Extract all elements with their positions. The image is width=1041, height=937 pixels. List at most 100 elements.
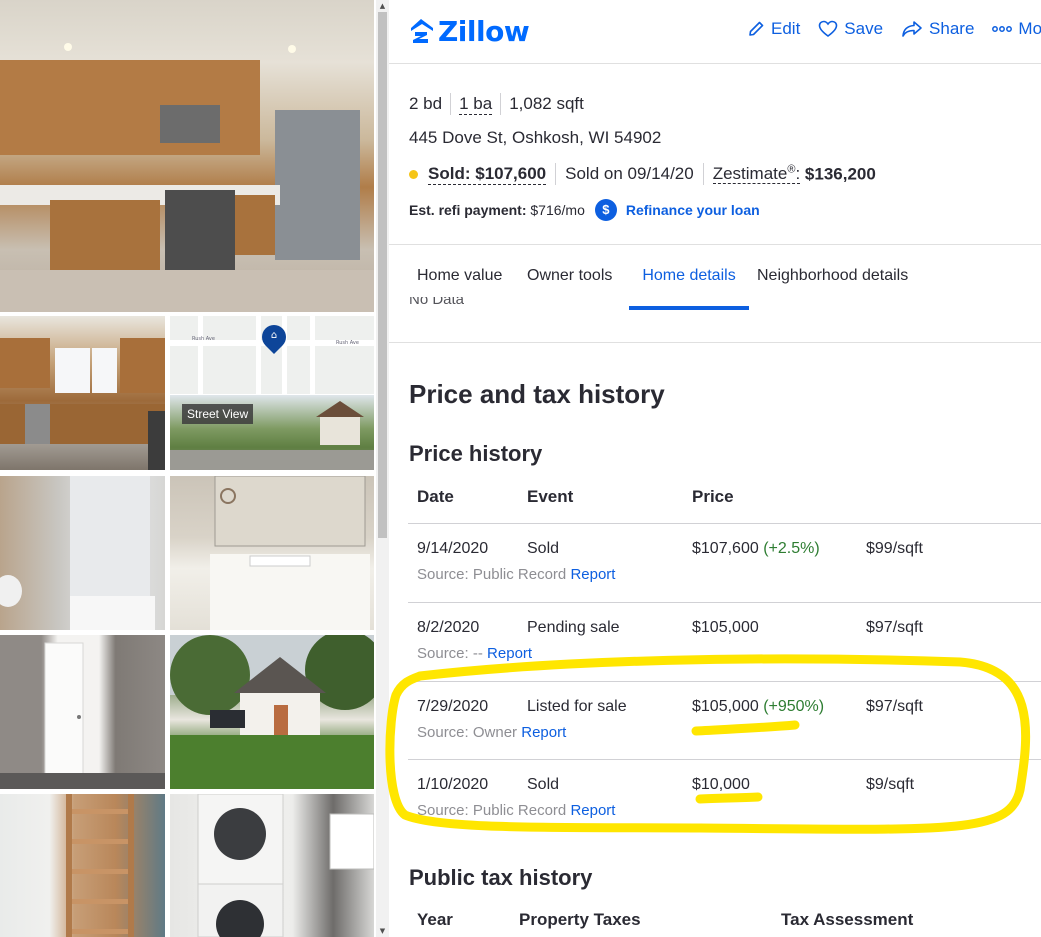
logo-text: Zillow — [438, 14, 530, 48]
dollar-icon: $ — [594, 199, 617, 221]
row-source: Source: Public Record Report — [417, 802, 616, 819]
price-history-header: Date Event Price — [417, 487, 1037, 511]
status-dot-icon — [409, 169, 418, 179]
row-event: Pending sale — [527, 619, 620, 636]
row-date: 1/10/2020 — [417, 776, 489, 793]
row-date: 9/14/2020 — [417, 540, 489, 557]
price-tax-history-heading: Price and tax history — [409, 379, 665, 409]
scrollbar-thumb[interactable] — [378, 12, 387, 538]
vanity-illustration — [210, 476, 370, 630]
report-link[interactable]: Report — [570, 566, 615, 583]
table-row: 9/14/2020 Sold $107,600 (+2.5%) $99/sqft… — [408, 523, 1041, 602]
laundry-illustration — [197, 794, 374, 937]
refi-payment: Est. refi payment: $716/mo $ Refinance y… — [409, 199, 1039, 221]
beds-value: 2 bd — [409, 94, 443, 113]
section-divider — [389, 342, 1041, 343]
col-property-taxes: Property Taxes — [519, 910, 641, 929]
row-source: Source: Owner Report — [417, 724, 567, 741]
col-tax-assessment: Tax Assessment — [781, 910, 914, 929]
scroll-down-arrow-icon[interactable]: ▼ — [376, 925, 389, 937]
refinance-link[interactable]: Refinance your loan — [626, 202, 760, 218]
address: 445 Dove St, Oshkosh, WI 54902 — [409, 128, 662, 147]
zestimate[interactable]: Zestimate®: $136,200 — [712, 164, 876, 185]
edit-button[interactable]: Edit — [747, 19, 800, 39]
row-event: Sold — [527, 776, 560, 793]
top-bar: Zillow Edit Save Share Mo — [389, 0, 1041, 64]
sale-status: Sold: $107,600 Sold on 09/14/20 Zestimat… — [409, 162, 1039, 186]
gallery-scrollbar[interactable]: ▲ ▼ — [376, 0, 389, 937]
refi-value: $716/mo — [530, 202, 585, 218]
col-year: Year — [417, 910, 453, 929]
col-event: Event — [527, 487, 574, 506]
baths-value[interactable]: 1 ba — [459, 94, 493, 115]
kitchen-window-illustration — [0, 338, 165, 470]
row-event: Listed for sale — [527, 698, 627, 715]
row-price: $105,000 (+950%) — [692, 698, 825, 715]
tab-neighborhood-details[interactable]: Neighborhood details — [757, 245, 908, 310]
photo-exterior[interactable] — [170, 635, 374, 789]
heart-icon — [818, 20, 838, 38]
row-price: $107,600 (+2.5%) — [692, 540, 820, 557]
col-date: Date — [417, 487, 454, 506]
row-event: Sold — [527, 540, 560, 557]
shower-illustration — [0, 476, 155, 630]
photo-loft-ladder[interactable] — [0, 794, 165, 937]
photo-bathroom-shower[interactable] — [0, 476, 165, 630]
home-icon: ⌂ — [270, 330, 278, 341]
scroll-up-arrow-icon[interactable]: ▲ — [376, 0, 389, 12]
row-per-sqft: $97/sqft — [866, 619, 923, 636]
share-arrow-icon — [901, 20, 923, 38]
tab-owner-tools[interactable]: Owner tools — [527, 245, 612, 310]
table-row: 1/10/2020 Sold $10,000 $9/sqft Source: P… — [408, 759, 1041, 838]
share-button[interactable]: Share — [901, 19, 974, 39]
row-price: $10,000 — [692, 776, 750, 793]
report-link[interactable]: Report — [487, 645, 532, 662]
photo-kitchen[interactable] — [0, 0, 374, 312]
tab-home-details[interactable]: Home details — [629, 245, 749, 310]
street-view-label[interactable]: Street View — [182, 404, 254, 424]
map-label: Rush Ave — [192, 336, 215, 342]
map-thumbnail[interactable]: Rush Ave Rush Ave ⌂ — [170, 316, 374, 394]
pencil-icon — [747, 20, 765, 38]
door-illustration — [0, 642, 165, 789]
report-link[interactable]: Report — [570, 802, 615, 819]
more-button[interactable]: Mo — [992, 19, 1041, 39]
detail-tabs: Home value Owner tools Home details Neig… — [389, 244, 1041, 310]
divider — [450, 93, 452, 115]
photo-laundry[interactable] — [170, 794, 374, 937]
sqft-value: 1,082 sqft — [509, 94, 584, 113]
public-tax-history-heading: Public tax history — [409, 865, 593, 890]
row-date: 8/2/2020 — [417, 619, 480, 636]
map-label: Rush Ave — [336, 340, 359, 346]
sold-price[interactable]: Sold: $107,600 — [428, 164, 547, 185]
row-date: 7/29/2020 — [417, 698, 489, 715]
table-row: 7/29/2020 Listed for sale $105,000 (+950… — [408, 681, 1041, 760]
photo-bathroom-vanity[interactable] — [170, 476, 374, 630]
zestimate-value: $136,200 — [804, 164, 876, 184]
kitchen-illustration — [0, 43, 374, 312]
row-source: Source: -- Report — [417, 645, 533, 662]
save-button[interactable]: Save — [818, 19, 883, 39]
divider — [555, 163, 557, 185]
more-label: Mo — [1018, 19, 1041, 38]
sold-date: Sold on 09/14/20 — [565, 164, 694, 183]
street-view-thumbnail[interactable]: Street View — [170, 395, 374, 470]
home-details-panel: Zillow Edit Save Share Mo 2 bd 1 ba 1,08… — [389, 0, 1041, 937]
photo-kitchen-window[interactable] — [0, 316, 165, 470]
refi-label: Est. refi payment: — [409, 202, 527, 218]
photo-interior-door[interactable] — [0, 635, 165, 789]
divider — [500, 93, 502, 115]
divider — [702, 163, 704, 185]
report-link[interactable]: Report — [521, 724, 566, 741]
tax-history-header: Year Property Taxes Tax Assessment — [417, 910, 1037, 934]
home-facts: 2 bd 1 ba 1,082 sqft — [409, 91, 1039, 117]
row-price: $105,000 — [692, 619, 759, 636]
row-per-sqft: $9/sqft — [866, 776, 915, 793]
header-actions: Edit Save Share Mo — [747, 19, 1041, 39]
zillow-logo[interactable]: Zillow — [408, 13, 530, 49]
row-per-sqft: $97/sqft — [866, 698, 923, 715]
house-illustration — [170, 635, 374, 789]
share-label: Share — [929, 19, 975, 38]
photo-gallery: Rush Ave Rush Ave ⌂ Street View — [0, 0, 376, 937]
ladder-illustration — [66, 794, 134, 937]
